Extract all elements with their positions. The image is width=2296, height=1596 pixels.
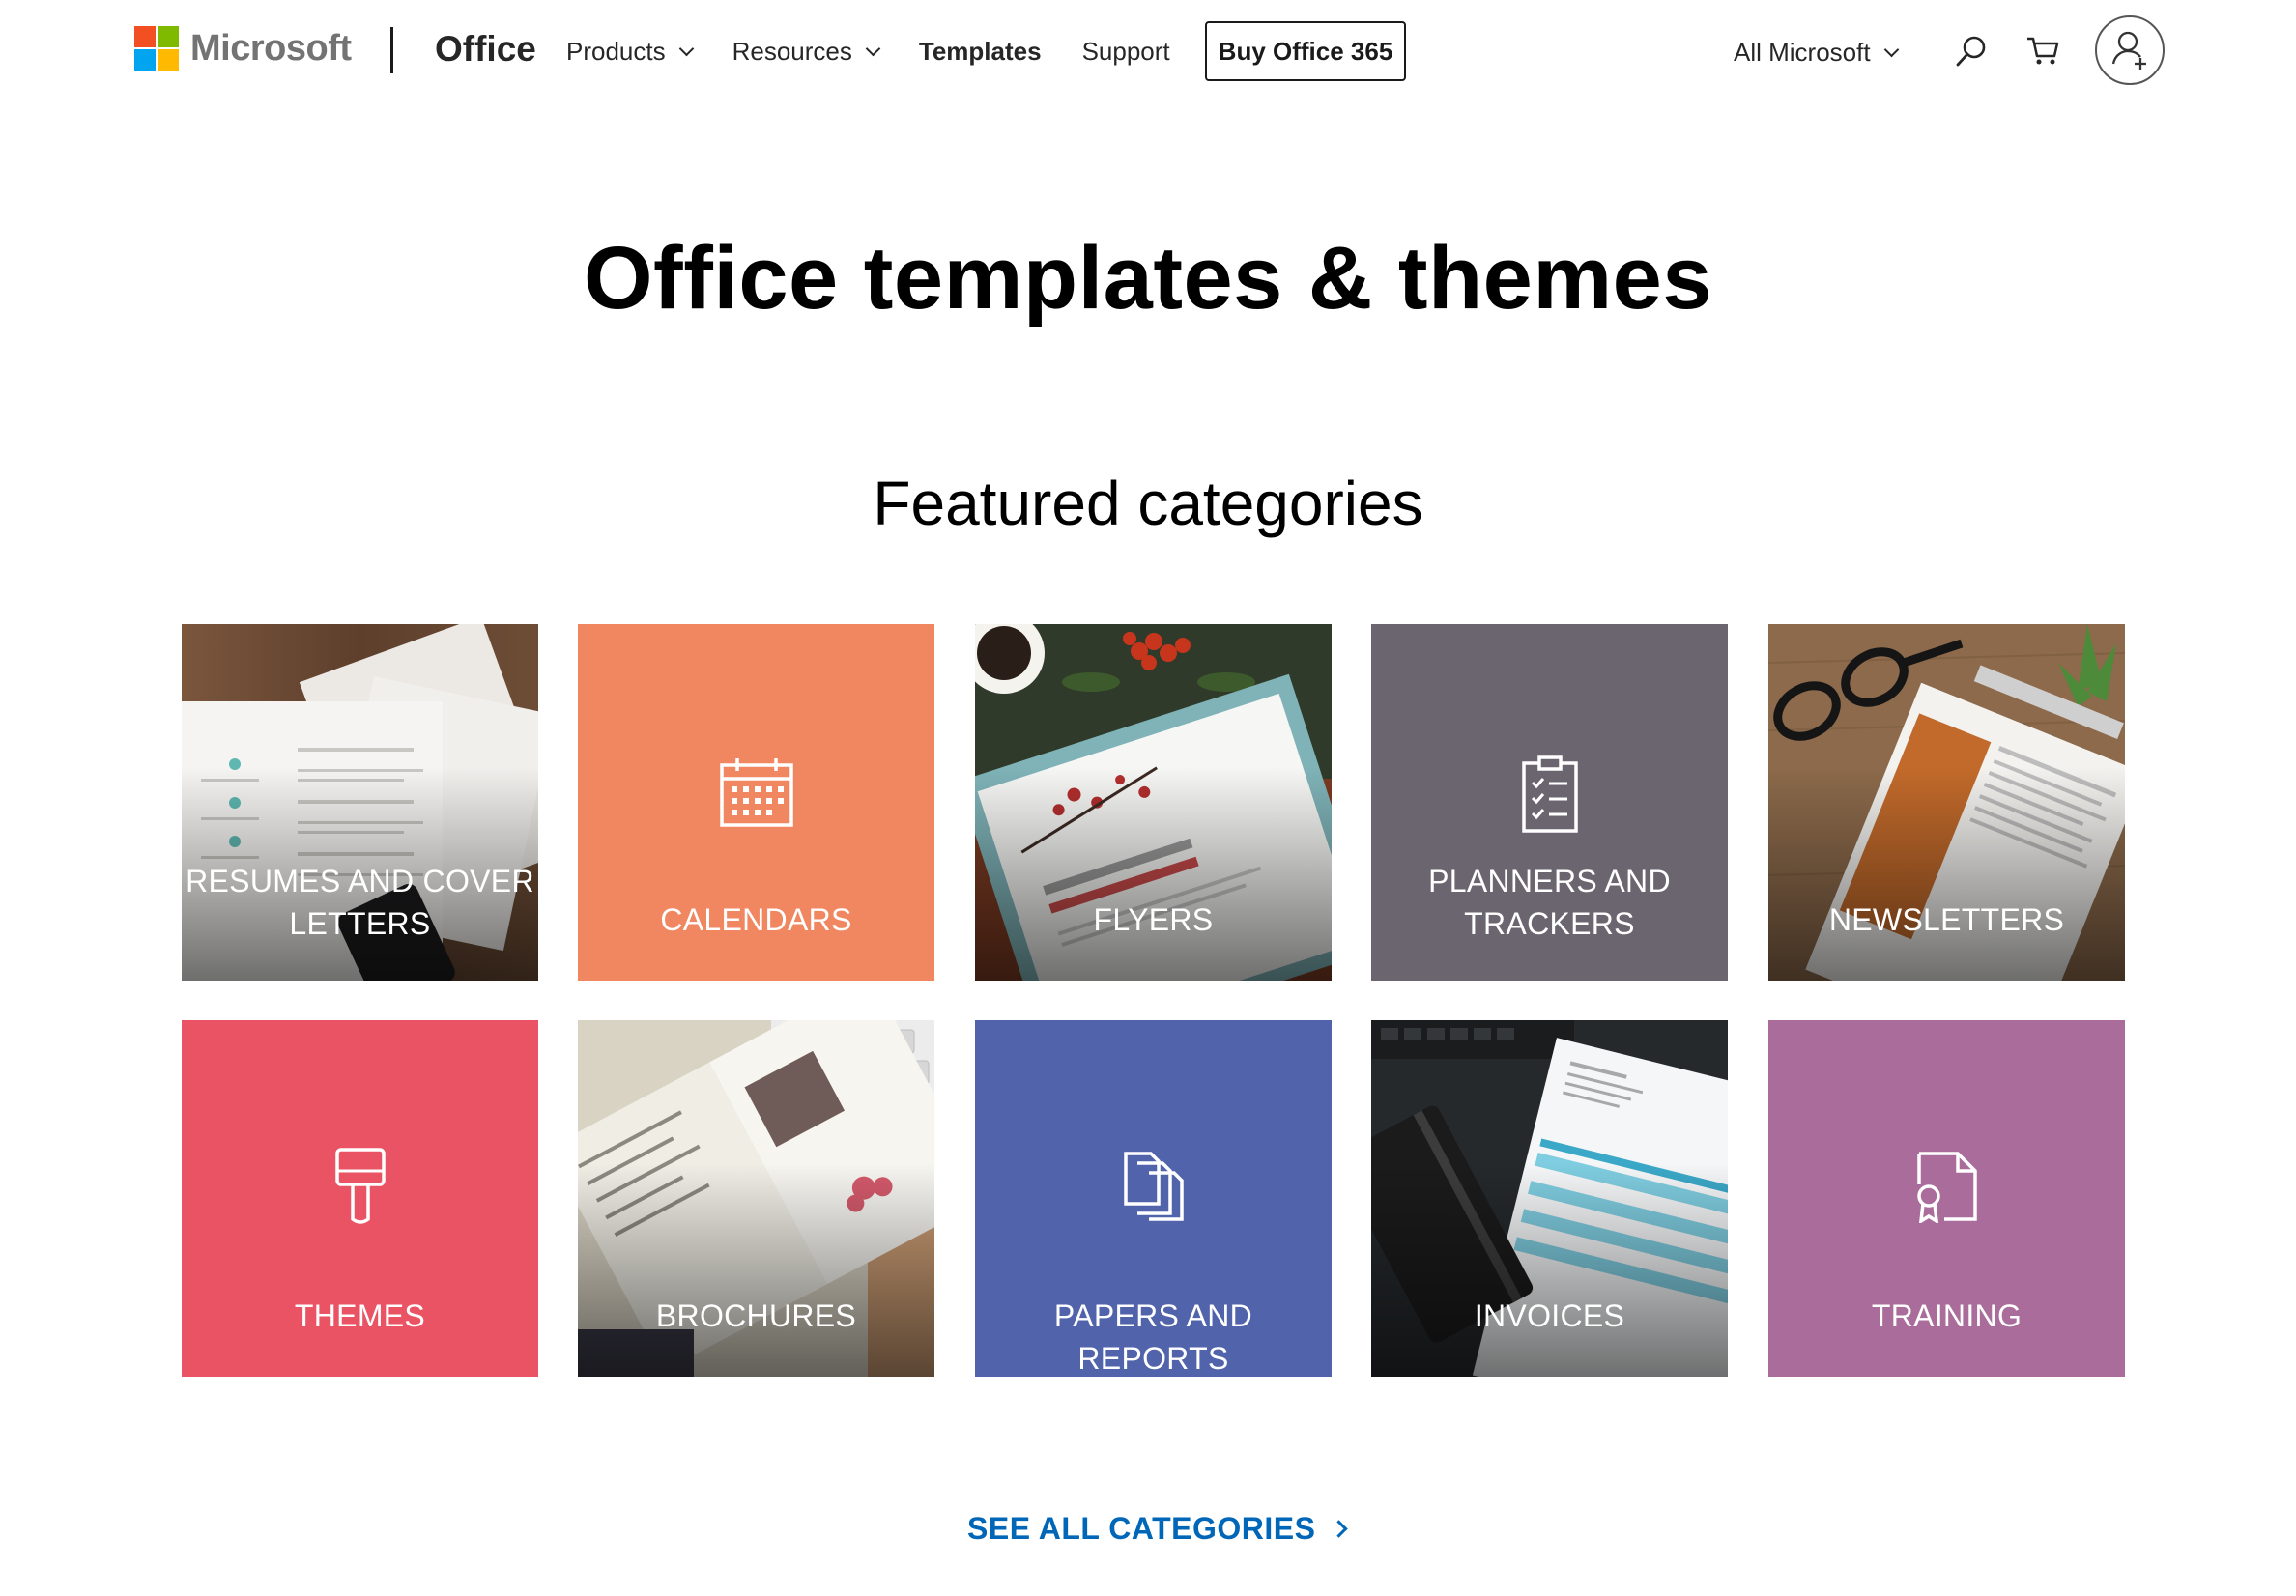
chevron-right-icon (1330, 1520, 1349, 1538)
tile-shade (1371, 1162, 1728, 1377)
section-title: Featured categories (873, 469, 1423, 538)
calendar-icon (718, 755, 795, 834)
tile-shade (578, 1162, 934, 1377)
documents-icon (1122, 1150, 1186, 1226)
tile-shade (975, 766, 1332, 981)
nav-products[interactable]: Products (566, 37, 694, 67)
category-brochures[interactable]: BROCHURES (578, 1020, 934, 1377)
all-microsoft-menu[interactable]: All Microsoft (1734, 38, 1899, 68)
category-label: INVOICES (1371, 1295, 1728, 1337)
see-all-label: SEE ALL CATEGORIES (967, 1511, 1316, 1546)
main-nav: Products Resources Templates Support (566, 37, 1211, 67)
category-planners[interactable]: PLANNERS AND TRACKERS (1371, 624, 1728, 981)
cart-icon[interactable] (2023, 31, 2062, 70)
category-label-line: CALENDARS (660, 902, 852, 937)
certificate-icon (1915, 1150, 1979, 1228)
microsoft-wordmark: Microsoft (190, 27, 352, 69)
nav-support-label: Support (1081, 37, 1170, 66)
nav-support[interactable]: Support (1082, 37, 1170, 67)
chevron-down-icon (1883, 42, 1899, 58)
page-title: Office templates & themes (584, 229, 1712, 328)
all-microsoft-label: All Microsoft (1734, 38, 1871, 67)
checklist-icon (1520, 755, 1580, 840)
category-flyers[interactable]: FLYERS (975, 624, 1332, 981)
nav-products-label: Products (566, 37, 666, 66)
chevron-down-icon (678, 41, 694, 57)
chevron-down-icon (865, 41, 881, 57)
tile-shade (1768, 766, 2125, 981)
category-label: RESUMES AND COVER LETTERS (182, 860, 538, 945)
category-label-line: LETTERS (289, 906, 431, 941)
site-header: Microsoft Office Products Resources Temp… (0, 0, 2296, 104)
nav-templates-label: Templates (918, 37, 1042, 66)
category-label-line: PLANNERS AND (1428, 864, 1671, 898)
category-label-line: TRACKERS (1464, 906, 1635, 941)
category-label-line: BROCHURES (655, 1298, 857, 1333)
office-home-link[interactable]: Office (435, 29, 536, 70)
buy-office-button[interactable]: Buy Office 365 (1205, 21, 1406, 81)
nav-templates[interactable]: Templates (919, 37, 1042, 67)
category-label-line: PAPERS AND REPORTS (1053, 1298, 1253, 1376)
category-invoices[interactable]: INVOICES (1371, 1020, 1728, 1377)
category-label: NEWSLETTERS (1768, 898, 2125, 941)
category-label: BROCHURES (578, 1295, 934, 1337)
category-label: PLANNERS AND TRACKERS (1371, 860, 1728, 945)
header-divider (390, 27, 393, 73)
category-label-line: THEMES (294, 1298, 426, 1333)
nav-resources-label: Resources (732, 37, 852, 66)
category-label-line: NEWSLETTERS (1828, 902, 2065, 937)
category-newsletters[interactable]: NEWSLETTERS (1768, 624, 2125, 981)
see-all-categories-link[interactable]: SEE ALL CATEGORIES (967, 1511, 1349, 1547)
account-icon[interactable] (2095, 15, 2165, 85)
microsoft-logo-icon (134, 26, 179, 71)
category-label-line: INVOICES (1474, 1298, 1625, 1333)
category-label-line: RESUMES AND COVER (186, 864, 534, 898)
category-label-line: TRAINING (1871, 1298, 2023, 1333)
category-themes[interactable]: THEMES (182, 1020, 538, 1377)
microsoft-logo[interactable]: Microsoft (134, 26, 352, 71)
category-label: PAPERS AND REPORTS (975, 1295, 1332, 1377)
category-calendars[interactable]: CALENDARS (578, 624, 934, 981)
category-label-line: FLYERS (1093, 902, 1214, 937)
category-training[interactable]: TRAINING (1768, 1020, 2125, 1377)
nav-resources[interactable]: Resources (732, 37, 881, 67)
category-resumes[interactable]: RESUMES AND COVER LETTERS (182, 624, 538, 981)
category-papers-reports[interactable]: PAPERS AND REPORTS (975, 1020, 1332, 1377)
category-label: TRAINING (1768, 1295, 2125, 1337)
category-label: CALENDARS (578, 898, 934, 941)
search-icon[interactable] (1952, 33, 1991, 71)
category-label: THEMES (182, 1295, 538, 1337)
category-label: FLYERS (975, 898, 1332, 941)
paintbrush-icon (333, 1146, 387, 1230)
